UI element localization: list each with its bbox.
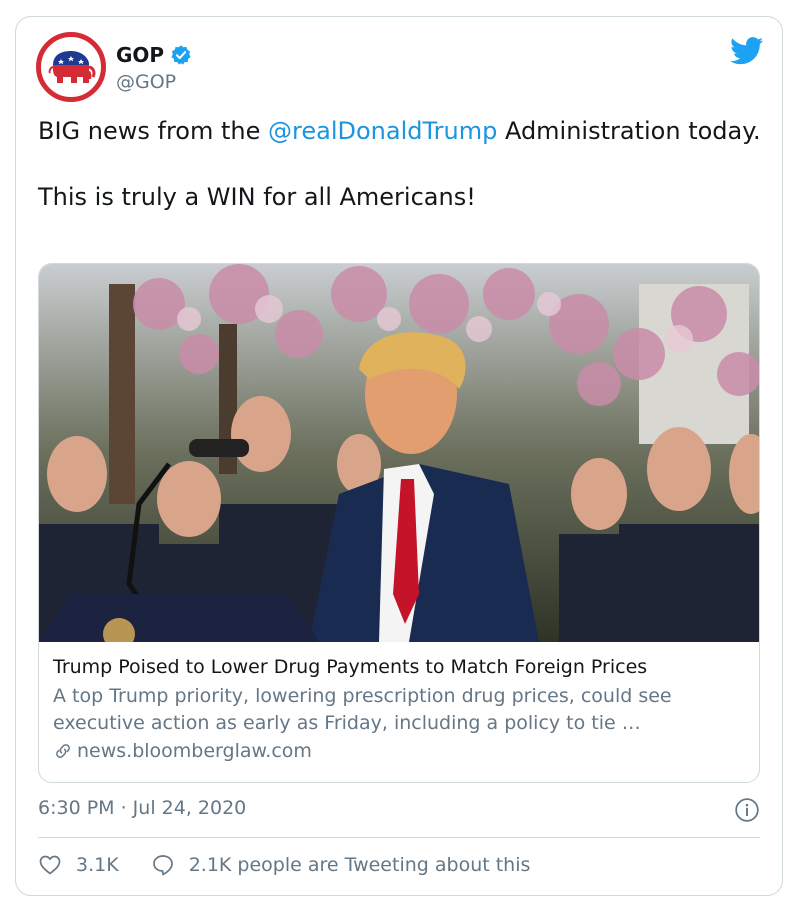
tweeting-about-link[interactable]: 2.1K people are Tweeting about this	[151, 853, 531, 877]
heart-icon	[39, 855, 61, 875]
twitter-bird-icon[interactable]	[730, 37, 764, 65]
tweet-text: BIG news from the @realDonaldTrump Admin…	[38, 115, 763, 214]
info-icon[interactable]	[734, 797, 760, 823]
avatar[interactable]	[36, 32, 106, 102]
tweet-card: GOP @GOP BIG news from the @realDonaldTr…	[15, 16, 783, 896]
like-count: 3.1K	[76, 854, 119, 876]
tweet-text-second-paragraph: This is truly a WIN for all Americans!	[38, 183, 476, 211]
speech-bubble-icon	[152, 855, 173, 876]
author-handle[interactable]: @GOP	[116, 71, 176, 93]
tweet-text-first-paragraph: BIG news from the @realDonaldTrump Admin…	[38, 115, 763, 148]
link-card-description: A top Trump priority, lowering prescript…	[53, 685, 672, 734]
link-card-domain-row: news.bloomberglaw.com	[53, 740, 753, 762]
tweet-text-after-mention: Administration today.	[497, 117, 761, 145]
author-display-name[interactable]: GOP	[116, 43, 164, 67]
divider	[38, 837, 760, 838]
tweet-text-before-mention: BIG news from the	[38, 117, 269, 145]
tweet-timestamp[interactable]: 6:30 PM · Jul 24, 2020	[38, 797, 246, 819]
like-button[interactable]: 3.1K	[38, 853, 119, 877]
tweet-actions: 3.1K 2.1K people are Tweeting about this	[38, 853, 530, 877]
link-preview-card[interactable]: Trump Poised to Lower Drug Payments to M…	[38, 263, 760, 783]
link-card-title: Trump Poised to Lower Drug Payments to M…	[53, 656, 648, 678]
verified-badge-icon	[171, 45, 191, 65]
link-preview-image	[39, 264, 759, 642]
tweeting-about-count: 2.1K people are Tweeting about this	[188, 854, 531, 876]
gop-elephant-logo	[48, 51, 96, 83]
link-card-domain: news.bloomberglaw.com	[77, 740, 312, 762]
link-icon	[56, 744, 70, 758]
mention-link[interactable]: @realDonaldTrump	[268, 117, 497, 145]
